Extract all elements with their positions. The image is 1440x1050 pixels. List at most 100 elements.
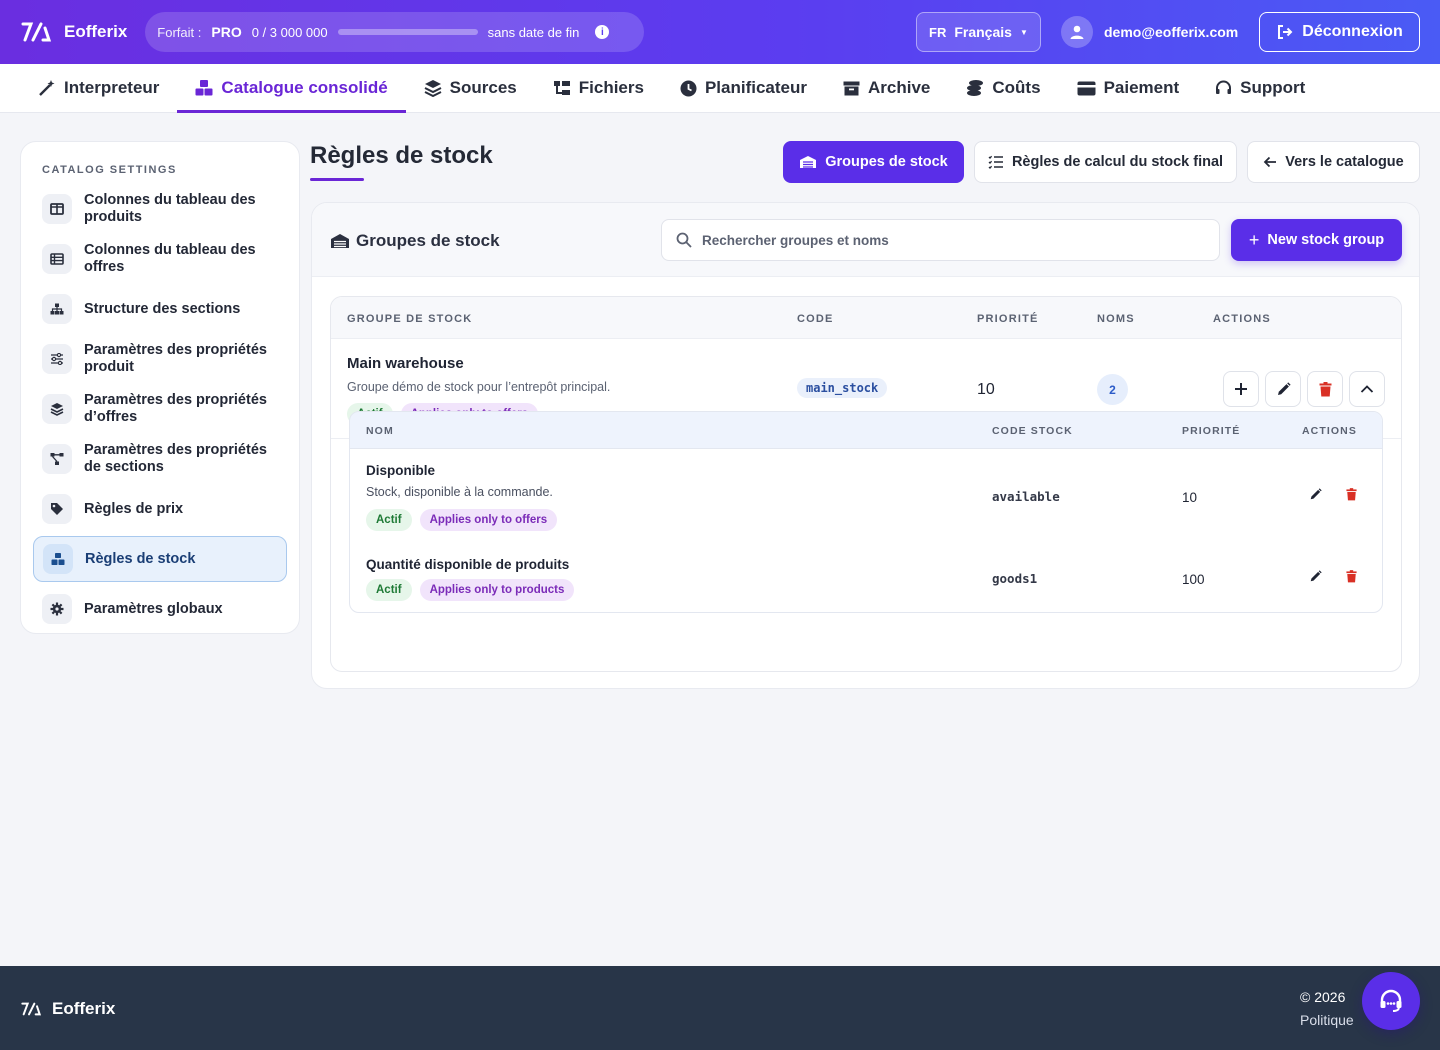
column-header-priority: PRIORITÉ	[977, 313, 1039, 325]
stock-row: Quantité disponible de produits Actif Ap…	[350, 543, 1382, 612]
tab-archive[interactable]: Archive	[825, 64, 948, 112]
warehouse-icon	[800, 156, 817, 168]
stock-name: Quantité disponible de produits	[366, 557, 570, 572]
page-title-underline	[310, 178, 364, 181]
sidebar-item-stock-rules[interactable]: Règles de stock	[33, 536, 287, 582]
edit-stock-button[interactable]	[1309, 488, 1322, 506]
sidebar-item-product-properties[interactable]: Paramètres des propriétés produit	[33, 336, 287, 382]
plan-label: Forfait :	[157, 24, 202, 40]
add-stock-button[interactable]	[1223, 371, 1259, 407]
tab-fichiers[interactable]: Fichiers	[535, 64, 662, 112]
delete-group-button[interactable]	[1307, 371, 1343, 407]
tags-icon	[42, 494, 72, 524]
sidebar-item-label: Paramètres des propriétés de sections	[84, 442, 267, 475]
sidebar-item-label: Règles de stock	[85, 550, 196, 567]
sub-column-header-priority: PRIORITÉ	[1182, 425, 1241, 437]
stock-names-table: NOM CODE STOCK PRIORITÉ ACTIONS Disponib…	[349, 411, 1383, 613]
delete-stock-button[interactable]	[1346, 570, 1357, 588]
search-icon	[676, 232, 692, 248]
tab-paiement[interactable]: Paiement	[1059, 64, 1198, 112]
to-catalog-button[interactable]: Vers le catalogue	[1247, 141, 1420, 183]
sliders-icon	[42, 344, 72, 374]
user-avatar-icon	[1061, 16, 1093, 48]
pencil-icon	[1310, 570, 1322, 582]
collapse-group-button[interactable]	[1349, 371, 1385, 407]
gear-icon	[42, 594, 72, 624]
credit-card-icon	[1077, 81, 1096, 95]
trash-icon	[1319, 381, 1331, 396]
headset-icon	[1380, 989, 1402, 1012]
brand[interactable]: Eofferix	[20, 20, 127, 44]
group-code: main_stock	[797, 378, 888, 398]
tab-planificateur[interactable]: Planificateur	[662, 64, 825, 112]
layers-icon	[424, 80, 442, 97]
sidebar-item-product-columns[interactable]: Colonnes du tableau des produits	[33, 186, 287, 232]
edit-group-button[interactable]	[1265, 371, 1301, 407]
sidebar-item-section-properties[interactable]: Paramètres des propriétés de sections	[33, 436, 287, 482]
footer-copyright: © 2026	[1300, 989, 1346, 1005]
tab-couts[interactable]: Coûts	[948, 64, 1058, 112]
new-stock-group-button[interactable]: + New stock group	[1231, 219, 1402, 261]
footer-brand[interactable]: Eofferix	[20, 999, 115, 1019]
sidebar-item-price-rules[interactable]: Règles de prix	[33, 486, 287, 532]
scope-badge: Applies only to offers	[419, 509, 558, 531]
sub-table-header: NOM CODE STOCK PRIORITÉ ACTIONS	[350, 412, 1382, 449]
group-name: Main warehouse	[347, 355, 464, 372]
group-description: Groupe démo de stock pour l’entrepôt pri…	[347, 380, 611, 394]
tab-catalogue-consolide[interactable]: Catalogue consolidé	[177, 64, 406, 113]
plus-icon: +	[1248, 229, 1260, 250]
user-menu[interactable]: demo@eofferix.com	[1061, 16, 1238, 48]
logo-icon	[21, 1002, 42, 1016]
status-badge: Actif	[366, 579, 412, 601]
stock-description: Stock, disponible à la commande.	[366, 485, 553, 499]
names-count-badge: 2	[1097, 374, 1128, 405]
column-header-code: CODE	[797, 313, 834, 325]
caret-down-icon: ▼	[1019, 27, 1028, 37]
column-header-actions: ACTIONS	[1213, 313, 1271, 325]
sidebar-item-global-settings[interactable]: Paramètres globaux	[33, 586, 287, 632]
language-code: FR	[929, 24, 947, 40]
language-select[interactable]: FR Français ▼	[916, 12, 1041, 52]
stock-badges: Actif Applies only to products	[366, 579, 575, 601]
boxes-icon	[195, 80, 213, 96]
sidebar-item-section-structure[interactable]: Structure des sections	[33, 286, 287, 332]
tab-interpreteur[interactable]: Interpreteur	[20, 64, 177, 112]
stock-groups-label: Groupes de stock	[825, 154, 948, 170]
edit-stock-button[interactable]	[1309, 570, 1322, 588]
final-stock-rules-label: Règles de calcul du stock final	[1011, 154, 1224, 170]
delete-stock-button[interactable]	[1346, 488, 1357, 506]
tab-label: Sources	[449, 78, 517, 97]
stock-name: Disponible	[366, 463, 436, 478]
final-stock-rules-button[interactable]: Règles de calcul du stock final	[974, 141, 1237, 183]
trash-icon	[1346, 488, 1357, 501]
tab-support[interactable]: Support	[1197, 64, 1323, 112]
user-email: demo@eofferix.com	[1104, 24, 1239, 40]
new-stock-group-label: New stock group	[1267, 232, 1385, 248]
sidebar-item-label: Paramètres des propriétés produit	[84, 342, 267, 375]
support-chat-button[interactable]	[1362, 972, 1420, 1030]
pencil-icon	[1277, 381, 1291, 395]
sub-column-header-code: CODE STOCK	[992, 425, 1073, 437]
stock-groups-button[interactable]: Groupes de stock	[783, 141, 964, 183]
sidebar-item-offer-columns[interactable]: Colonnes du tableau des offres	[33, 236, 287, 282]
headset-icon	[1216, 80, 1232, 94]
top-bar: Eofferix Forfait : PRO 0 / 3 000 000 san…	[0, 0, 1440, 64]
footer-policy-link[interactable]: Politique	[1300, 1012, 1354, 1028]
stock-groups-table: GROUPE DE STOCK CODE PRIORITÉ NOMS ACTIO…	[330, 296, 1402, 672]
plus-icon	[1235, 383, 1247, 395]
logout-icon	[1278, 25, 1293, 39]
arrow-left-icon	[1263, 156, 1277, 168]
tab-label: Paiement	[1103, 78, 1180, 97]
sidebar-item-label: Colonnes du tableau des produits	[84, 192, 256, 225]
plan-end: sans date de fin	[487, 24, 580, 40]
tab-label: Archive	[868, 78, 931, 97]
tab-sources[interactable]: Sources	[406, 64, 535, 112]
search-input[interactable]	[702, 232, 1202, 248]
settings-sidebar: CATALOG SETTINGS Colonnes du tableau des…	[20, 141, 300, 634]
info-icon[interactable]: i	[595, 25, 610, 39]
clock-icon	[680, 80, 697, 96]
logout-button[interactable]: Déconnexion	[1259, 12, 1420, 52]
tab-label: Catalogue consolidé	[221, 78, 388, 97]
sidebar-item-offer-properties[interactable]: Paramètres des propriétés d’offres	[33, 386, 287, 432]
logo-icon	[21, 22, 52, 42]
